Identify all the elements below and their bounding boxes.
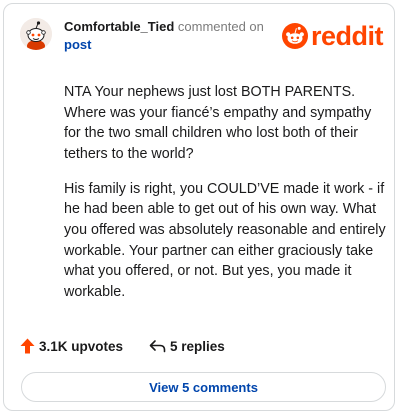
upvote-count: 3.1K upvotes: [39, 338, 124, 354]
action-text: commented on: [174, 19, 264, 34]
comment-paragraph: NTA Your nephews just lost BOTH PARENTS.…: [64, 84, 372, 162]
comment-header: Comfortable_Tied commented on post: [64, 18, 284, 54]
comment-paragraph: His family is right, you COULD’VE made i…: [64, 180, 386, 300]
replies-count: 5 replies: [170, 338, 225, 354]
snoo-avatar-icon: [20, 18, 52, 50]
view-comments-button[interactable]: View 5 comments: [21, 372, 386, 402]
user-avatar[interactable]: [20, 18, 52, 50]
comment-body: NTA Your nephews just lost BOTH PARENTS.…: [64, 82, 386, 317]
post-link[interactable]: post: [64, 37, 91, 52]
reddit-wordmark: reddit: [311, 21, 384, 51]
upvote-arrow-icon: [20, 338, 35, 354]
reply-arrow-icon: [149, 340, 166, 353]
comment-card: Comfortable_Tied commented on post reddi…: [3, 3, 395, 411]
replies-button[interactable]: 5 replies: [149, 339, 225, 354]
reddit-logo[interactable]: reddit: [282, 21, 384, 51]
comment-footer: 3.1K upvotes 5 replies: [20, 336, 225, 356]
reddit-alien-icon: [282, 23, 308, 49]
upvote-button[interactable]: 3.1K upvotes: [20, 338, 123, 354]
username-link[interactable]: Comfortable_Tied: [64, 19, 174, 34]
